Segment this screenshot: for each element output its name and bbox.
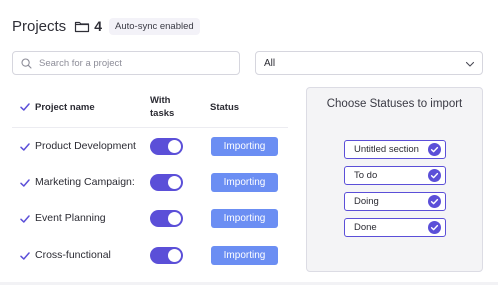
with-tasks-toggle[interactable] <box>150 210 183 227</box>
status-importing-button[interactable]: Importing <box>211 137 278 156</box>
search-box[interactable] <box>12 51 240 75</box>
column-with-tasks-line2: tasks <box>150 108 175 119</box>
project-name: Cross-functional <box>35 249 111 261</box>
select-value: All <box>264 57 276 69</box>
chevron-down-icon <box>464 58 476 70</box>
page-header: Projects 4 Auto-sync enabled <box>12 14 200 38</box>
statuses-panel-title: Choose Statuses to import <box>326 98 463 110</box>
project-name: Product Development <box>35 140 136 152</box>
select-all-checkbox[interactable] <box>19 101 31 113</box>
status-chip-label: To do <box>354 170 378 181</box>
statuses-panel: Choose Statuses to import Untitled secti… <box>306 87 483 272</box>
check-circle-icon <box>428 169 441 182</box>
status-importing-button[interactable]: Importing <box>211 173 278 192</box>
row-checkbox[interactable] <box>19 141 31 153</box>
row-checkbox[interactable] <box>19 250 31 262</box>
with-tasks-toggle[interactable] <box>150 138 183 155</box>
check-circle-icon <box>428 143 441 156</box>
with-tasks-toggle[interactable] <box>150 247 183 264</box>
status-chip[interactable]: Untitled section <box>344 140 446 159</box>
auto-sync-badge: Auto-sync enabled <box>108 17 200 35</box>
status-importing-button[interactable]: Importing <box>211 246 278 265</box>
toggle-knob <box>168 140 181 153</box>
project-count: 4 <box>94 18 102 34</box>
row-checkbox[interactable] <box>19 213 31 225</box>
toggle-knob <box>168 249 181 262</box>
header-divider <box>12 127 288 128</box>
status-chip[interactable]: To do <box>344 166 446 185</box>
toggle-knob <box>168 212 181 225</box>
status-chip-label: Done <box>354 222 377 233</box>
table-row: Cross-functional Importing <box>0 245 290 267</box>
column-with-tasks: With tasks <box>150 94 174 120</box>
column-with-tasks-line1: With <box>150 95 171 106</box>
status-filter-select[interactable]: All <box>255 51 483 75</box>
column-status: Status <box>210 102 240 113</box>
status-chip-label: Doing <box>354 196 379 207</box>
check-circle-icon <box>428 195 441 208</box>
with-tasks-toggle[interactable] <box>150 174 183 191</box>
row-checkbox[interactable] <box>19 177 31 189</box>
table-row: Marketing Campaign: Importing <box>0 172 290 194</box>
project-name: Marketing Campaign: <box>35 176 135 188</box>
search-input[interactable] <box>39 57 229 69</box>
page-title: Projects <box>12 17 67 35</box>
table-row: Product Development Importing <box>0 136 290 158</box>
status-chip[interactable]: Done <box>344 218 446 237</box>
column-project-name: Project name <box>35 102 95 113</box>
table-row: Event Planning Importing <box>0 208 290 230</box>
project-name: Event Planning <box>35 212 106 224</box>
search-icon <box>21 57 32 69</box>
status-chip[interactable]: Doing <box>344 192 446 211</box>
status-importing-button[interactable]: Importing <box>211 209 278 228</box>
check-circle-icon <box>428 221 441 234</box>
toggle-knob <box>168 176 181 189</box>
folder-icon <box>74 19 90 33</box>
status-chip-label: Untitled section <box>354 144 419 155</box>
